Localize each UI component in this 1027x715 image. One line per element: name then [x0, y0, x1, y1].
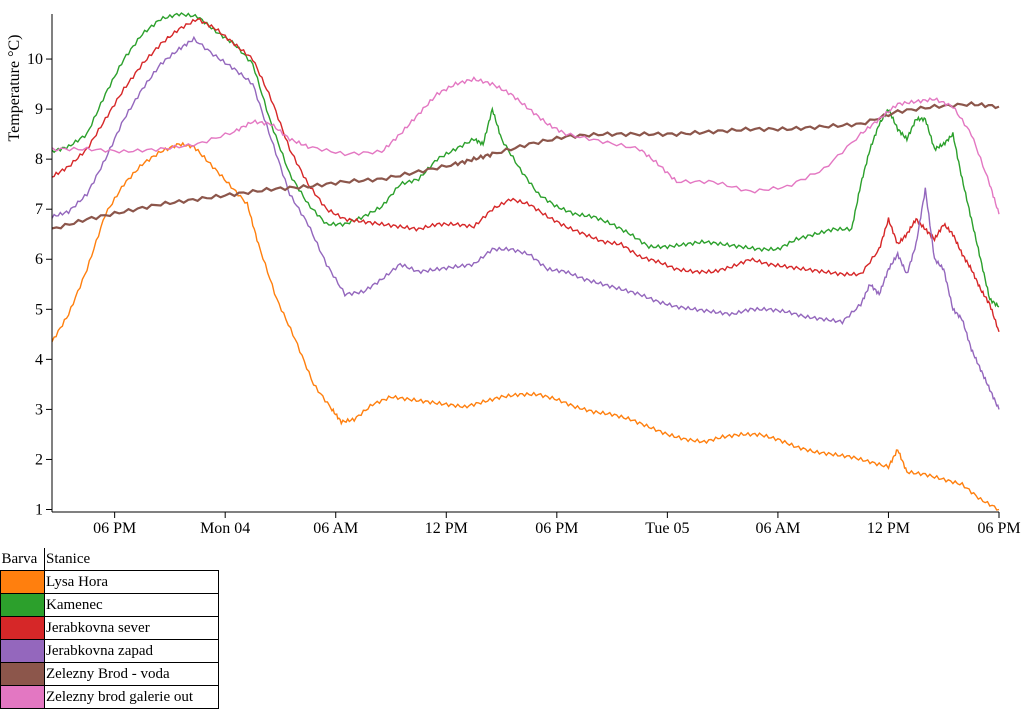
legend-row: Lysa Hora [0, 570, 219, 594]
y-tick-label: 9 [35, 101, 43, 118]
x-tick-label: 12 PM [425, 520, 468, 537]
x-tick-label: Mon 04 [200, 520, 250, 537]
legend-swatch [0, 593, 45, 617]
x-tick-label: Tue 05 [645, 520, 689, 537]
legend-swatch [0, 616, 45, 640]
legend-body: Lysa Hora Kamenec Jerabkovna sever Jerabkov… [0, 570, 219, 709]
legend-table: Barva Stanice Lysa Hora Kamenec Jerabkovna… [0, 548, 219, 709]
y-tick-label: 2 [35, 451, 43, 468]
series-line-zelezny-brod-voda [51, 100, 1000, 230]
legend-station-name: Jerabkovna zapad [44, 639, 219, 663]
legend-station-name: Lysa Hora [44, 570, 219, 594]
x-tick-label: 12 PM [867, 520, 910, 537]
series-line-kamenec [51, 12, 1000, 308]
x-tick-label: 06 AM [755, 520, 800, 537]
legend-row: Zelezny Brod - voda [0, 662, 219, 686]
legend-station-name: Zelezny Brod - voda [44, 662, 219, 686]
y-axis-ticks: 1 2 3 4 5 6 7 8 9 10 [27, 51, 52, 518]
y-tick-label: 3 [35, 401, 43, 418]
y-axis-label: Temperature °C) [6, 34, 23, 141]
legend-row: Zelezny brod galerie out [0, 685, 219, 709]
y-tick-label: 7 [35, 201, 43, 218]
series-line-jerabkovna-zapad [51, 35, 1000, 410]
legend-header-station: Stanice [44, 548, 219, 571]
x-axis-ticks: 06 PM Mon 04 06 AM 12 PM 06 PM Tue 05 06 AM 12 … [93, 512, 1021, 537]
legend-row: Kamenec [0, 593, 219, 617]
legend-station-name: Jerabkovna sever [44, 616, 219, 640]
legend-swatch [0, 570, 45, 594]
legend-swatch [0, 639, 45, 663]
series-line-lysa-hora [51, 141, 1000, 511]
y-tick-label: 10 [27, 51, 43, 68]
x-tick-label: 06 PM [93, 520, 136, 537]
x-tick-label: 06 PM [977, 520, 1020, 537]
temperature-chart: 1 2 3 4 5 6 7 8 9 10 06 PM Mon 04 06 AM 12 PM 06 PM Tu… [6, 12, 1021, 537]
legend-row: Jerabkovna zapad [0, 639, 219, 663]
plot-lines [51, 12, 1000, 511]
x-tick-label: 06 PM [535, 520, 578, 537]
legend-station-name: Zelezny brod galerie out [44, 685, 219, 709]
x-tick-label: 06 AM [313, 520, 358, 537]
y-tick-label: 8 [35, 151, 43, 168]
y-tick-label: 1 [35, 501, 43, 518]
legend-swatch [0, 662, 45, 686]
legend-station-name: Kamenec [44, 593, 219, 617]
legend-header-color: Barva [0, 548, 45, 571]
y-tick-label: 5 [35, 301, 43, 318]
y-tick-label: 6 [35, 251, 43, 268]
legend-swatch [0, 685, 45, 709]
y-tick-label: 4 [35, 351, 43, 368]
legend-row: Jerabkovna sever [0, 616, 219, 640]
